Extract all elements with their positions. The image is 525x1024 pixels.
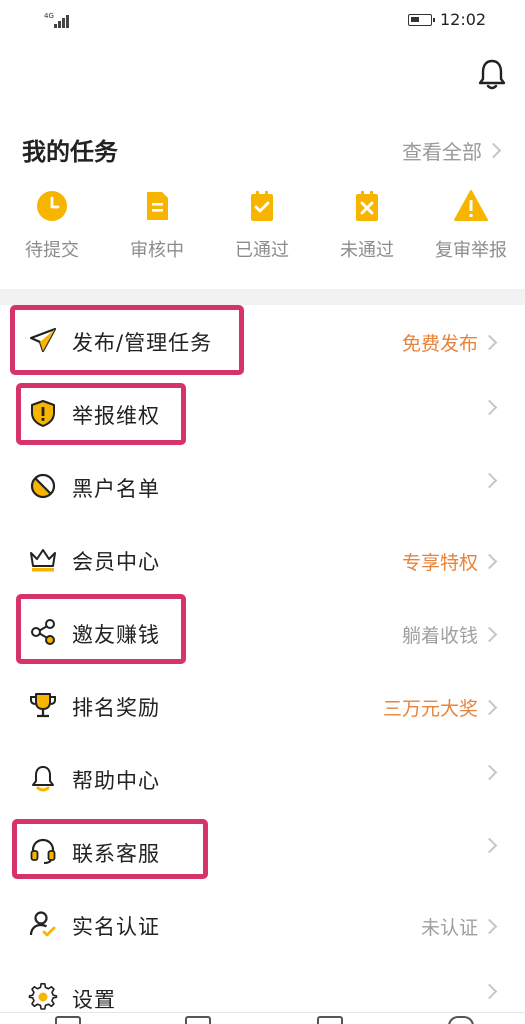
signal-icon: 4G — [44, 12, 70, 30]
headset-icon — [30, 838, 56, 864]
menu-item-real-name-verify[interactable]: 实名认证 未认证 — [0, 889, 525, 962]
menu-item-label: 排名奖励 — [72, 696, 160, 720]
menu-item-label: 实名认证 — [72, 915, 160, 939]
menu-item-vip-center[interactable]: 会员中心 专享特权 — [0, 524, 525, 597]
menu-item-label: 邀友赚钱 — [72, 623, 160, 647]
menu-item-right: 未认证 — [420, 913, 498, 940]
ban-icon — [30, 473, 56, 499]
clock-icon — [37, 191, 67, 221]
tab-task-icon[interactable] — [185, 1016, 211, 1024]
bell-icon[interactable] — [474, 56, 510, 92]
menu-item-label: 帮助中心 — [72, 769, 160, 793]
chevron-right-icon — [481, 626, 498, 643]
menu-item-right: 三万元大奖 — [382, 694, 498, 721]
trophy-icon — [30, 693, 56, 718]
status-re-review[interactable]: 复审举报 — [419, 188, 523, 262]
menu-item-right: 躺着收钱 — [401, 621, 498, 648]
status-bar: 4G 12:02 — [0, 0, 525, 44]
warning-icon — [454, 190, 488, 221]
menu-item-right — [478, 472, 498, 489]
status-reviewing[interactable]: 审核中 — [105, 188, 209, 262]
status-approved[interactable]: 已通过 — [210, 188, 314, 262]
chevron-right-icon — [481, 918, 498, 935]
menu-item-label: 联系客服 — [72, 842, 160, 866]
chevron-right-icon — [481, 399, 498, 416]
status-label: 待提交 — [25, 240, 79, 261]
menu-item-ranking-rewards[interactable]: 排名奖励 三万元大奖 — [0, 670, 525, 743]
menu-item-right — [478, 399, 498, 416]
menu-item-report-rights[interactable]: 举报维权 — [0, 378, 525, 451]
tab-home-icon[interactable] — [55, 1016, 81, 1024]
gear-icon — [28, 982, 58, 1010]
menu-item-hint: 躺着收钱 — [401, 625, 478, 647]
share-icon — [31, 619, 55, 645]
user-check-icon — [29, 911, 56, 937]
menu-item-right — [478, 837, 498, 854]
menu-item-right — [478, 764, 498, 781]
task-status-row: 待提交 审核中 已通过 未通过 复审举报 — [0, 188, 525, 268]
menu-item-hint: 免费发布 — [401, 333, 478, 355]
chevron-right-icon — [481, 764, 498, 781]
menu-item-invite-friends[interactable]: 邀友赚钱 躺着收钱 — [0, 597, 525, 670]
clipboard-check-icon — [251, 191, 273, 221]
menu-item-hint: 未认证 — [420, 917, 478, 939]
status-label: 复审举报 — [435, 240, 507, 261]
menu-item-publish-tasks[interactable]: 发布/管理任务 免费发布 — [0, 305, 525, 378]
paper-plane-icon — [29, 327, 57, 353]
menu-item-label: 举报维权 — [72, 404, 160, 428]
my-tasks-title: 我的任务 — [22, 138, 118, 166]
document-icon — [147, 192, 168, 220]
chevron-right-icon — [481, 699, 498, 716]
status-pending[interactable]: 待提交 — [0, 188, 104, 262]
clipboard-x-icon — [356, 191, 378, 221]
menu-item-right: 专享特权 — [401, 548, 498, 575]
chevron-right-icon — [485, 142, 502, 159]
crown-icon — [30, 549, 56, 572]
chevron-right-icon — [481, 837, 498, 854]
view-all-link[interactable]: 查看全部 — [402, 136, 502, 165]
status-rejected[interactable]: 未通过 — [315, 188, 419, 262]
menu-item-help-center[interactable]: 帮助中心 — [0, 743, 525, 816]
menu-item-contact-support[interactable]: 联系客服 — [0, 816, 525, 889]
menu-item-label: 会员中心 — [72, 550, 160, 574]
view-all-label: 查看全部 — [402, 140, 482, 164]
tab-profile-icon[interactable] — [448, 1016, 474, 1024]
chevron-right-icon — [481, 472, 498, 489]
menu-item-label: 发布/管理任务 — [72, 331, 213, 355]
chevron-right-icon — [481, 334, 498, 351]
tab-message-icon[interactable] — [317, 1016, 343, 1024]
menu-item-label: 设置 — [72, 988, 116, 1012]
network-type: 4G — [44, 12, 54, 20]
shield-alert-icon — [31, 400, 55, 427]
menu-item-blacklist[interactable]: 黑户名单 — [0, 451, 525, 524]
battery-icon — [408, 14, 435, 26]
status-label: 未通过 — [340, 240, 394, 261]
section-divider — [0, 289, 525, 305]
menu-item-hint: 专享特权 — [401, 552, 478, 574]
status-label: 已通过 — [235, 240, 289, 261]
chevron-right-icon — [481, 553, 498, 570]
status-label: 审核中 — [130, 240, 184, 261]
menu-item-label: 黑户名单 — [72, 477, 160, 501]
menu-item-right: 免费发布 — [401, 329, 498, 356]
help-bell-icon — [32, 766, 54, 792]
menu-item-hint: 三万元大奖 — [382, 698, 478, 720]
menu-item-right — [478, 983, 498, 1000]
profile-screen: 4G 12:02 我的任务 查看全部 待提交 审核中 已通过 未通过 复审举报 … — [0, 0, 525, 1024]
clock-time: 12:02 — [440, 10, 487, 29]
chevron-right-icon — [481, 983, 498, 1000]
